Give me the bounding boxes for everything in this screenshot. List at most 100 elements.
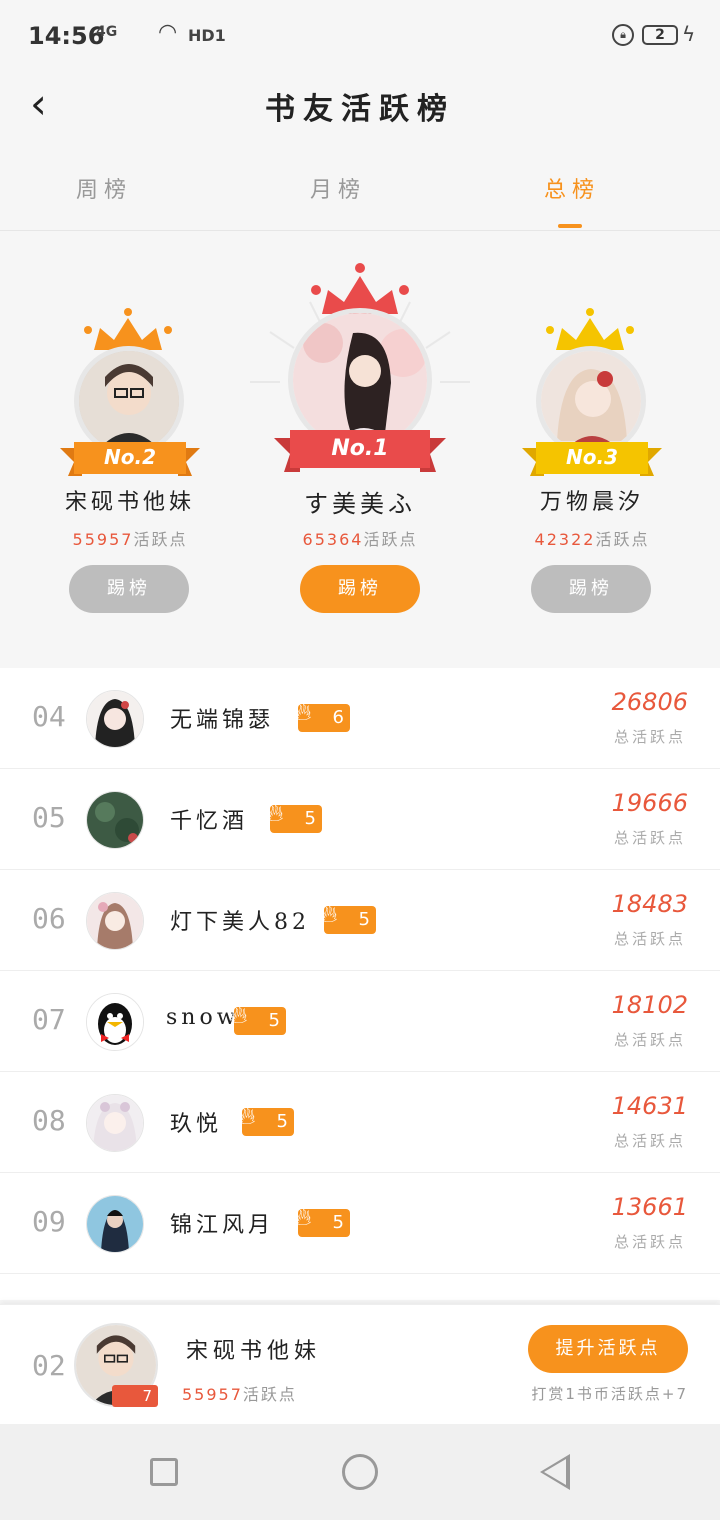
battery-icon: 2 bbox=[642, 25, 678, 45]
score-value: 55957 bbox=[182, 1385, 243, 1404]
kick-button[interactable]: 踢榜 bbox=[531, 565, 651, 613]
score-value: 14631 bbox=[611, 1092, 688, 1120]
podium-score: 65364活跃点 bbox=[250, 526, 470, 550]
system-nav-bar bbox=[0, 1424, 720, 1520]
level-badge: 🔥︎ 5 bbox=[266, 799, 322, 833]
level-badge: 🔥︎ 6 bbox=[294, 698, 350, 732]
recent-apps-icon[interactable] bbox=[150, 1458, 178, 1486]
page-title: 书友活跃榜 bbox=[265, 92, 455, 127]
rank-badge: No.2 bbox=[104, 445, 156, 469]
list-item[interactable]: 09 锦江风月 🔥︎ 5 13661 总活跃点 bbox=[0, 1173, 720, 1274]
rank-badge: No.3 bbox=[566, 445, 618, 469]
kick-button[interactable]: 踢榜 bbox=[300, 565, 420, 613]
home-icon[interactable] bbox=[342, 1454, 378, 1490]
rank-number: 06 bbox=[32, 902, 66, 935]
rank-number: 08 bbox=[32, 1104, 66, 1137]
rank-number: 07 bbox=[32, 1003, 66, 1036]
flame-icon: 🔥︎ bbox=[294, 698, 312, 726]
score-unit: 活跃点 bbox=[363, 530, 418, 549]
score-label: 总活跃点 bbox=[613, 1132, 686, 1150]
user-name: 锦江风月 bbox=[170, 1213, 275, 1238]
tab-monthly[interactable]: 月榜 bbox=[268, 172, 408, 204]
boost-activity-button[interactable]: 提升活跃点 bbox=[528, 1325, 688, 1373]
wifi-icon: ◠ bbox=[158, 20, 178, 45]
level-badge: 7 bbox=[112, 1385, 158, 1407]
ranking-list: 04 无端锦瑟 🔥︎ 6 26806 总活跃点 05 千忆酒 🔥︎ 5 19666 … bbox=[0, 668, 720, 1300]
tab-indicator bbox=[558, 224, 582, 228]
score-label: 总活跃点 bbox=[613, 1031, 686, 1049]
score-label: 总活跃点 bbox=[613, 829, 686, 847]
podium-name: す美美ふ bbox=[304, 490, 416, 518]
level-badge: 🔥︎ 5 bbox=[320, 900, 376, 934]
tab-bar: 周榜 月榜 总榜 bbox=[0, 150, 720, 231]
score-value: 18483 bbox=[611, 890, 688, 918]
rank-number: 09 bbox=[32, 1205, 66, 1238]
charging-icon: ϟ bbox=[682, 22, 696, 46]
podium-name: 宋砚书他妹 bbox=[64, 490, 195, 515]
tab-total[interactable]: 总榜 bbox=[502, 172, 642, 204]
score-value: 55957 bbox=[72, 530, 134, 549]
score-label: 总活跃点 bbox=[613, 1233, 686, 1251]
flame-icon: 🔥︎ bbox=[230, 1001, 248, 1029]
reward-tip: 打赏1书币活跃点+7 bbox=[531, 1385, 688, 1403]
status-time: 14:56 bbox=[28, 22, 105, 50]
user-name: 无端锦瑟 bbox=[170, 708, 275, 733]
rotation-lock-icon: 🔒︎ bbox=[612, 24, 634, 46]
signal-icon: 4G bbox=[96, 24, 118, 40]
user-name: 玖悦 bbox=[170, 1112, 223, 1137]
podium-name: 万物晨汐 bbox=[539, 490, 644, 515]
score-value: 18102 bbox=[611, 991, 688, 1019]
avatar[interactable] bbox=[86, 993, 144, 1051]
rank-number: 02 bbox=[32, 1349, 66, 1382]
user-name: 灯下美人82 bbox=[170, 910, 310, 935]
level-badge: 🔥︎ 5 bbox=[238, 1102, 294, 1136]
score-label: 总活跃点 bbox=[613, 930, 686, 948]
score-value: 42322 bbox=[534, 530, 596, 549]
my-score: 55957活跃点 bbox=[182, 1381, 297, 1405]
score-unit: 活跃点 bbox=[242, 1385, 297, 1404]
kick-button[interactable]: 踢榜 bbox=[69, 565, 189, 613]
avatar[interactable] bbox=[86, 690, 144, 748]
rank-number: 04 bbox=[32, 700, 66, 733]
level-badge: 🔥︎ 5 bbox=[230, 1001, 286, 1035]
level-value: 5 bbox=[358, 909, 370, 930]
tab-weekly[interactable]: 周榜 bbox=[34, 172, 174, 204]
network-badge: HD1 bbox=[188, 26, 226, 45]
podium: No.2 宋砚书他妹 55957活跃点 踢榜 No.1 す美美ふ 65364活跃… bbox=[0, 232, 720, 652]
list-item[interactable]: 04 无端锦瑟 🔥︎ 6 26806 总活跃点 bbox=[0, 668, 720, 769]
avatar[interactable] bbox=[86, 1094, 144, 1152]
back-nav-icon[interactable] bbox=[540, 1454, 570, 1490]
flame-icon: 🔥︎ bbox=[294, 1203, 312, 1231]
list-item[interactable]: 06 灯下美人82 🔥︎ 5 18483 总活跃点 bbox=[0, 870, 720, 971]
list-item[interactable]: 05 千忆酒 🔥︎ 5 19666 总活跃点 bbox=[0, 769, 720, 870]
podium-score: 42322活跃点 bbox=[482, 526, 702, 550]
flame-icon: 🔥︎ bbox=[266, 799, 284, 827]
level-value: 5 bbox=[332, 1212, 344, 1233]
status-bar: 14:56 4G ◠ HD1 🔒︎ 2 ϟ bbox=[0, 0, 720, 70]
user-name: 宋砚书他妹 bbox=[186, 1339, 322, 1364]
podium-score: 55957活跃点 bbox=[20, 526, 240, 550]
user-name: 千忆酒 bbox=[170, 809, 249, 834]
level-value: 5 bbox=[276, 1111, 288, 1132]
list-item[interactable]: 07 snow 🔥︎ 5 18102 总活跃点 bbox=[0, 971, 720, 1072]
score-value: 26806 bbox=[611, 688, 688, 716]
score-unit: 活跃点 bbox=[133, 530, 188, 549]
score-label: 总活跃点 bbox=[613, 728, 686, 746]
level-value: 5 bbox=[304, 808, 316, 829]
rank-badge: No.1 bbox=[331, 436, 389, 461]
user-name: snow bbox=[166, 1005, 240, 1030]
level-badge: 🔥︎ 5 bbox=[294, 1203, 350, 1237]
list-item[interactable]: 08 玖悦 🔥︎ 5 14631 总活跃点 bbox=[0, 1072, 720, 1173]
avatar[interactable] bbox=[86, 892, 144, 950]
score-value: 19666 bbox=[611, 789, 688, 817]
flame-icon: 🔥︎ bbox=[238, 1102, 256, 1130]
score-value: 13661 bbox=[611, 1193, 688, 1221]
avatar[interactable] bbox=[86, 1195, 144, 1253]
score-unit: 活跃点 bbox=[595, 530, 650, 549]
level-value: 6 bbox=[332, 707, 344, 728]
score-value: 65364 bbox=[302, 530, 364, 549]
rank-number: 05 bbox=[32, 801, 66, 834]
my-rank-bar: 02 7 宋砚书他妹 55957活跃点 提升活跃点 打赏1书币活跃点+7 bbox=[0, 1304, 720, 1425]
avatar[interactable] bbox=[86, 791, 144, 849]
level-value: 5 bbox=[268, 1010, 280, 1031]
